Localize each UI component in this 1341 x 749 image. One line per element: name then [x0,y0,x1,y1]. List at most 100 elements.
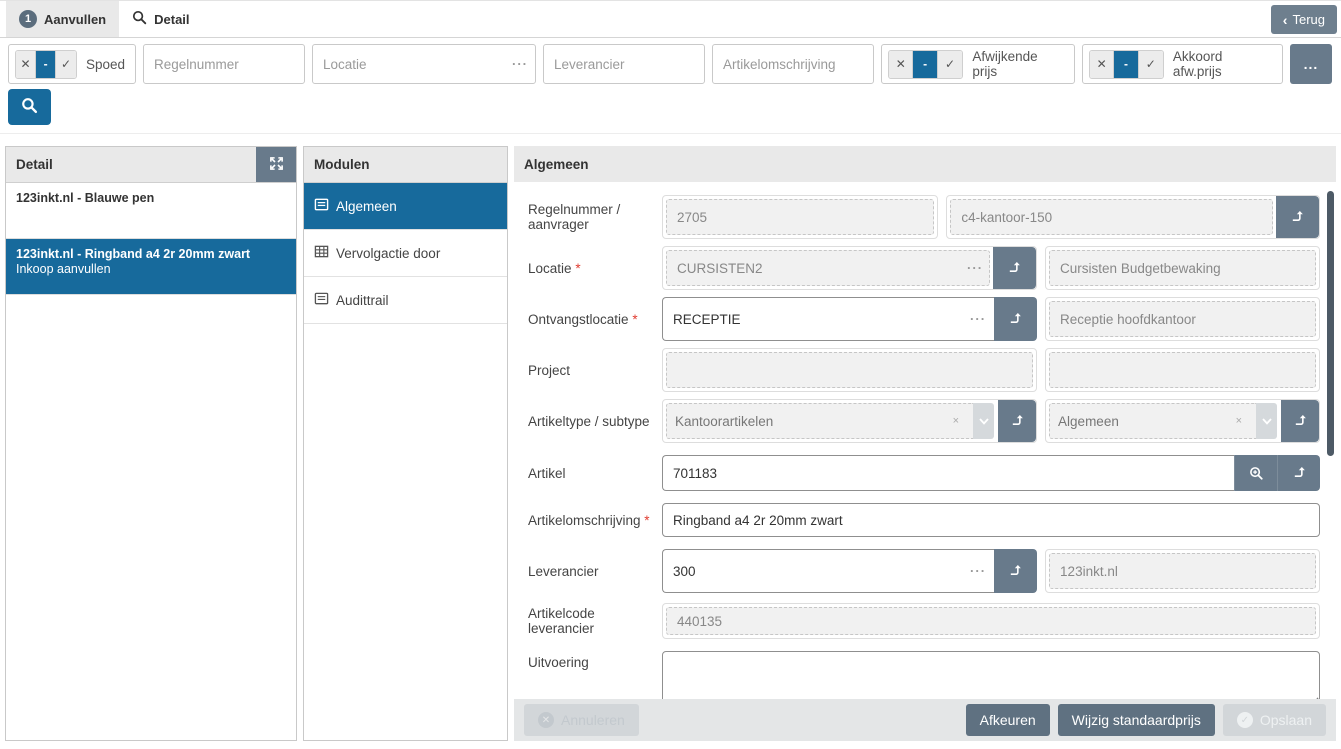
regelnummer-value: 2705 [666,199,934,235]
artikelomschrijving-input[interactable] [662,503,1320,537]
field-label: Leverancier [528,564,662,579]
list-item-selected[interactable]: 123inkt.nl - Ringband a4 2r 20mm zwart I… [6,239,296,295]
tab-aanvullen-label: Aanvullen [44,12,106,27]
regelnummer-filter [143,44,305,84]
required-asterisk: * [632,312,637,327]
jump-button[interactable] [994,549,1037,593]
back-button-label: Terug [1292,12,1325,27]
jump-icon [1007,259,1022,277]
subtype-value: Algemeen [1058,414,1230,429]
field-row-artikelomschrijving: Artikelomschrijving * [528,503,1320,537]
regelnummer-filter-input[interactable] [143,44,305,84]
locatie-name-value: Cursisten Budgetbewaking [1049,250,1316,286]
field-row-leverancier: Leverancier ··· [528,549,1320,593]
jump-icon [1290,208,1305,226]
form-icon [314,197,329,215]
tab-aanvullen[interactable]: 1 Aanvullen [6,1,119,37]
form-footer-bar: ✕ Annuleren Afkeuren Wijzig standaardpri… [514,699,1336,741]
vertical-scrollbar[interactable] [1327,191,1334,456]
tristate-yes-icon[interactable]: ✓ [56,51,76,78]
list-item[interactable]: 123inkt.nl - Blauwe pen [6,183,296,239]
ontvangstlocatie-name-value: Receptie hoofdkantoor [1049,301,1316,337]
save-button[interactable]: ✓ Opslaan [1223,704,1326,736]
module-item-label: Algemeen [336,199,397,214]
modules-panel-title: Modulen [314,157,370,172]
field-label: Ontvangstlocatie * [528,312,662,327]
field-row-ontvangstlocatie: Ontvangstlocatie * ··· [528,297,1320,341]
form-panel-header: Algemeen [514,146,1336,182]
leverancier-filter-input[interactable] [543,44,705,84]
field-label: Uitvoering [528,651,662,670]
back-chevron-icon: ‹ [1283,12,1288,28]
expand-icon [269,156,284,174]
detail-panel-title: Detail [16,157,53,172]
leverancier-input[interactable] [662,549,994,593]
change-standard-price-label: Wijzig standaardprijs [1072,712,1201,728]
module-item-label: Vervolgactie door [336,246,440,261]
module-item-label: Audittrail [336,293,389,308]
detail-panel: Detail 123inkt.nl - Blauwe pen 123inkt.n… [5,146,297,741]
chevron-down-icon[interactable] [1256,403,1277,439]
tristate-yes-icon[interactable]: ✓ [1139,51,1163,78]
module-item-vervolgactie[interactable]: Vervolgactie door [304,230,507,277]
back-button[interactable]: ‹ Terug [1271,5,1337,34]
main-area: Detail 123inkt.nl - Blauwe pen 123inkt.n… [0,134,1341,745]
artikelomschrijving-filter-input[interactable] [712,44,874,84]
zoom-in-icon[interactable] [1234,455,1277,491]
more-filters-button[interactable]: ... [1290,44,1332,84]
field-label: Project [528,363,662,378]
clear-x-icon[interactable]: × [1230,415,1248,427]
locatie-filter-input[interactable] [312,44,536,84]
expand-button[interactable] [256,147,296,182]
field-label: Artikelcode leverancier [528,606,662,636]
artikel-input[interactable] [662,455,1234,491]
field-row-project: Project [528,348,1320,392]
filter-bar: ✕ - ✓ Spoed ··· ✕ - ✓ Afwijkende prijs [0,38,1341,134]
tab-detail[interactable]: Detail [119,1,202,37]
tristate-yes-icon[interactable]: ✓ [938,51,962,78]
tristate-no-icon[interactable]: ✕ [16,51,36,78]
jump-icon [1293,412,1308,430]
akkoord-label: Akkoord afw.prijs [1173,49,1272,79]
field-row-artikel: Artikel [528,455,1320,491]
module-item-audittrail[interactable]: Audittrail [304,277,507,324]
jump-button[interactable] [1281,400,1319,442]
jump-button[interactable] [1276,196,1319,238]
tristate-no-icon[interactable]: ✕ [889,51,913,78]
leverancier-filter [543,44,705,84]
tristate-any-icon[interactable]: - [36,51,56,78]
jump-icon [1292,464,1307,482]
tristate-any-icon[interactable]: - [1114,51,1138,78]
module-item-algemeen[interactable]: Algemeen [304,183,507,230]
search-icon [21,97,38,117]
tristate-no-icon[interactable]: ✕ [1090,51,1114,78]
jump-button[interactable] [998,400,1036,442]
list-item-title: 123inkt.nl - Blauwe pen [16,191,286,205]
filter-akkoord-afwprijs: ✕ - ✓ Akkoord afw.prijs [1082,44,1283,84]
clear-x-icon[interactable]: × [947,415,965,427]
ontvangstlocatie-input[interactable] [662,297,994,341]
akkoord-tristate[interactable]: ✕ - ✓ [1089,50,1164,79]
change-standard-price-button[interactable]: Wijzig standaardprijs [1058,704,1215,736]
tristate-any-icon[interactable]: - [913,51,937,78]
chevron-down-icon[interactable] [973,403,994,439]
afwijkende-tristate[interactable]: ✕ - ✓ [888,50,963,79]
reject-button-label: Afkeuren [980,712,1036,728]
list-item-title: 123inkt.nl - Ringband a4 2r 20mm zwart [16,247,286,261]
tab-detail-label: Detail [154,12,189,27]
check-icon: ✓ [1237,712,1253,728]
modules-panel: Modulen Algemeen Vervolgactie door Audit… [303,146,508,741]
reject-button[interactable]: Afkeuren [966,704,1050,736]
field-label: Artikel [528,466,662,481]
cancel-button[interactable]: ✕ Annuleren [524,704,639,736]
afwijkende-label: Afwijkende prijs [972,49,1064,79]
search-icon [132,10,147,28]
artikeltype-value: Kantoorartikelen [675,414,947,429]
search-button[interactable] [8,89,51,125]
jump-icon [1008,562,1023,580]
jump-button[interactable] [1277,455,1320,491]
artikelcode-value: 440135 [666,607,1316,635]
jump-button[interactable] [994,297,1037,341]
spoed-tristate[interactable]: ✕ - ✓ [15,50,77,79]
jump-button[interactable] [993,247,1036,289]
